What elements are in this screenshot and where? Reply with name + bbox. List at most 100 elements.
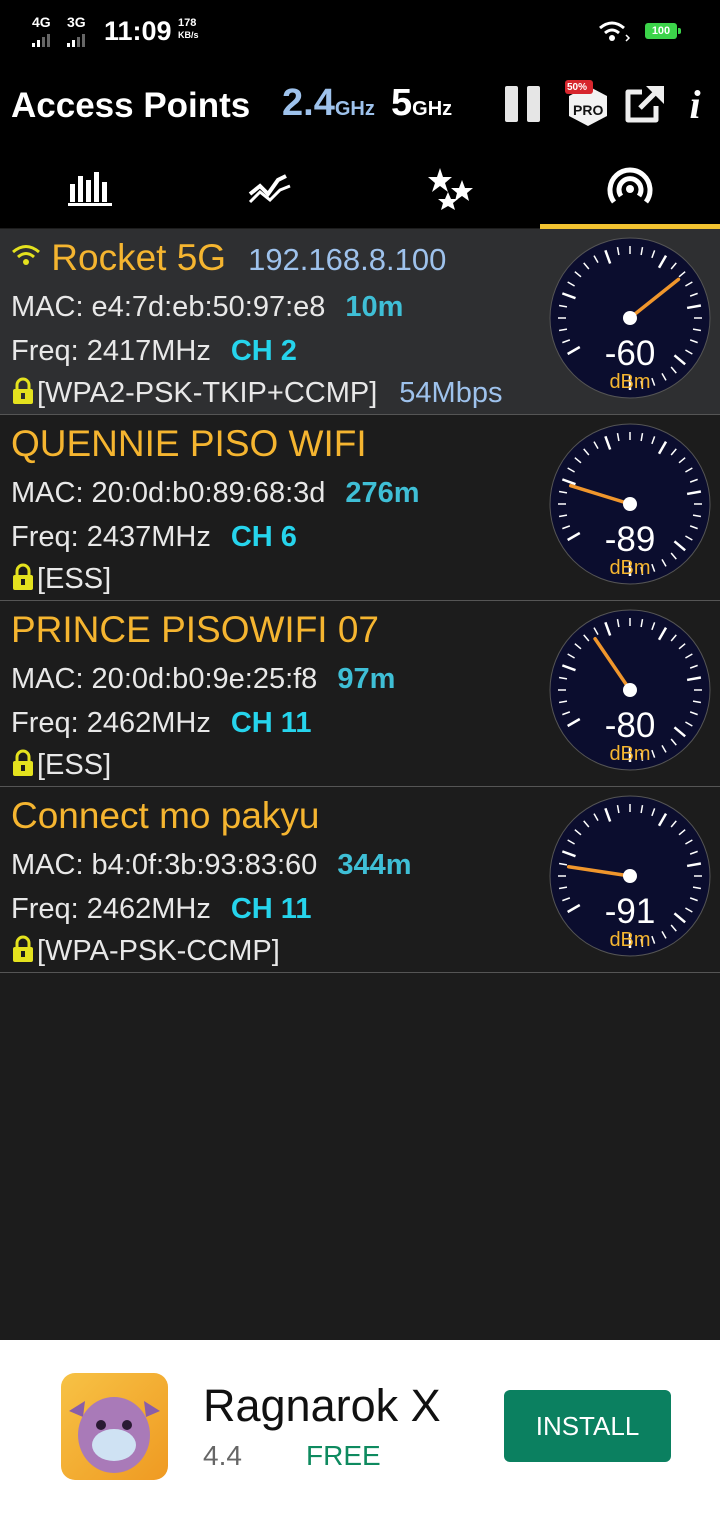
band-5-label: 5 <box>391 82 413 124</box>
network-type-4g: 4G <box>32 14 51 30</box>
tab-channel-graph[interactable] <box>0 148 180 228</box>
signal-unit: dBm <box>609 743 650 765</box>
pro-discount: 50% <box>567 82 588 93</box>
lock-icon <box>13 563 33 590</box>
battery-indicator: 100 <box>645 23 681 39</box>
game-mascot-icon <box>69 1397 160 1473</box>
signal-gauge: -80 dBm <box>549 609 711 771</box>
signal-gauge: -60 dBm <box>549 237 711 399</box>
frequency: Freq: 2462MHz <box>11 707 211 739</box>
signal-strength-icon <box>67 34 85 47</box>
ssid-line: Rocket 5G 192.168.8.100 <box>11 237 446 279</box>
access-point-row[interactable]: Rocket 5G 192.168.8.100 MAC: e4:7d:eb:50:… <box>0 229 720 415</box>
stars-icon <box>428 168 473 210</box>
ghz-unit: GHz <box>412 98 453 120</box>
lock-icon <box>13 749 33 776</box>
access-point-row[interactable]: Connect mo pakyu MAC: b4:0f:3b:93:83:60 3… <box>0 787 720 973</box>
wifi-signal-icon <box>607 167 653 204</box>
link-speed: 54Mbps <box>399 377 503 409</box>
tab-bar <box>0 148 720 228</box>
freq-line: Freq: 2437MHz CH 6 <box>11 521 297 554</box>
frequency: Freq: 2417MHz <box>11 335 211 367</box>
signal-level: -89 <box>605 520 656 559</box>
mac-address: MAC: 20:0d:b0:89:68:3d <box>11 477 326 509</box>
ssid: PRINCE PISOWIFI 07 <box>11 609 380 650</box>
frequency: Freq: 2462MHz <box>11 893 211 925</box>
network-speed-value: 178 <box>178 17 197 29</box>
distance: 97m <box>337 663 396 695</box>
distance: 276m <box>345 477 420 509</box>
ssid: Connect mo pakyu <box>11 795 320 836</box>
access-point-list: Rocket 5G 192.168.8.100 MAC: e4:7d:eb:50:… <box>0 229 720 973</box>
signal-gauge: -91 dBm <box>549 795 711 957</box>
install-button[interactable]: INSTALL <box>504 1390 671 1462</box>
freq-line: Freq: 2417MHz CH 2 <box>11 335 297 368</box>
lock-icon <box>13 935 33 962</box>
pause-icon <box>505 86 540 122</box>
tab-channel-rating[interactable] <box>360 148 540 228</box>
security-line: [WPA-PSK-CCMP] <box>11 935 280 968</box>
security: [ESS] <box>37 749 112 781</box>
status-bar: 4G 3G 11:09 178 KB/s 100 <box>0 0 720 64</box>
share-button[interactable] <box>622 82 668 126</box>
mac-line: MAC: b4:0f:3b:93:83:60 344m <box>11 849 411 882</box>
network-speed-unit: KB/s <box>178 30 199 40</box>
signal-unit: dBm <box>609 929 650 951</box>
security: [WPA-PSK-CCMP] <box>37 935 280 967</box>
band-5-toggle[interactable]: 5GHz <box>391 82 452 125</box>
app-icon[interactable] <box>61 1373 168 1480</box>
share-icon <box>625 86 664 123</box>
freq-line: Freq: 2462MHz CH 11 <box>11 893 311 926</box>
app-bar: Access Points 2.4GHz 5GHz 50% PRO i <box>0 64 720 228</box>
line-chart-icon <box>248 174 291 204</box>
signal-level: -80 <box>605 706 656 745</box>
frequency: Freq: 2437MHz <box>11 521 211 553</box>
pro-label: PRO <box>573 102 604 118</box>
gauge-hub <box>623 683 637 697</box>
channel: CH 6 <box>230 521 297 553</box>
mac-line: MAC: e4:7d:eb:50:97:e8 10m <box>11 291 403 324</box>
network-speed: 178 KB/s <box>178 17 199 41</box>
signal-level: -91 <box>605 892 656 931</box>
pause-button[interactable] <box>500 82 546 126</box>
info-button[interactable]: i <box>680 82 710 127</box>
security-line: [ESS] <box>11 749 111 782</box>
signal-unit: dBm <box>609 371 650 393</box>
band-2-4-toggle[interactable]: 2.4GHz <box>282 82 375 125</box>
mac-line: MAC: 20:0d:b0:9e:25:f8 97m <box>11 663 395 696</box>
gauge-hub <box>623 869 637 883</box>
clock: 11:09 <box>104 16 172 46</box>
connected-wifi-icon <box>12 245 40 265</box>
signal-gauge: -89 dBm <box>549 423 711 585</box>
ad-banner[interactable]: Ragnarok X 4.4 FREE INSTALL <box>0 1340 720 1520</box>
access-point-row[interactable]: PRINCE PISOWIFI 07 MAC: 20:0d:b0:9e:25:f… <box>0 601 720 787</box>
signal-strength-icon <box>32 34 50 47</box>
ssid: QUENNIE PISO WIFI <box>11 423 367 464</box>
channel: CH 2 <box>230 335 297 367</box>
lock-icon <box>13 377 33 404</box>
wifi-icon <box>599 21 631 42</box>
distance: 344m <box>337 849 412 881</box>
ad-rating: 4.4 <box>203 1440 242 1471</box>
ssid: Rocket 5G <box>51 237 227 278</box>
ad-price: FREE <box>306 1440 381 1471</box>
tab-time-graph[interactable] <box>180 148 360 228</box>
security-line: [WPA2-PSK-TKIP+CCMP] 54Mbps <box>11 377 502 410</box>
freq-line: Freq: 2462MHz CH 11 <box>11 707 311 740</box>
mac-address: MAC: b4:0f:3b:93:83:60 <box>11 849 318 881</box>
ghz-unit: GHz <box>334 98 375 120</box>
security-line: [ESS] <box>11 563 111 596</box>
tab-access-points[interactable] <box>540 148 720 228</box>
pro-upgrade-button[interactable]: 50% PRO <box>565 80 611 126</box>
mac-line: MAC: 20:0d:b0:89:68:3d 276m <box>11 477 420 510</box>
ip-address: 192.168.8.100 <box>248 242 447 277</box>
channel: CH 11 <box>230 707 312 739</box>
network-type-3g: 3G <box>67 14 86 30</box>
channel: CH 11 <box>230 893 312 925</box>
distance: 10m <box>345 291 404 323</box>
gauge-hub <box>623 497 637 511</box>
bar-chart-icon <box>68 172 112 206</box>
access-point-row[interactable]: QUENNIE PISO WIFI MAC: 20:0d:b0:89:68:3d… <box>0 415 720 601</box>
security: [WPA2-PSK-TKIP+CCMP] <box>37 377 378 409</box>
ad-app-title[interactable]: Ragnarok X <box>203 1380 441 1432</box>
